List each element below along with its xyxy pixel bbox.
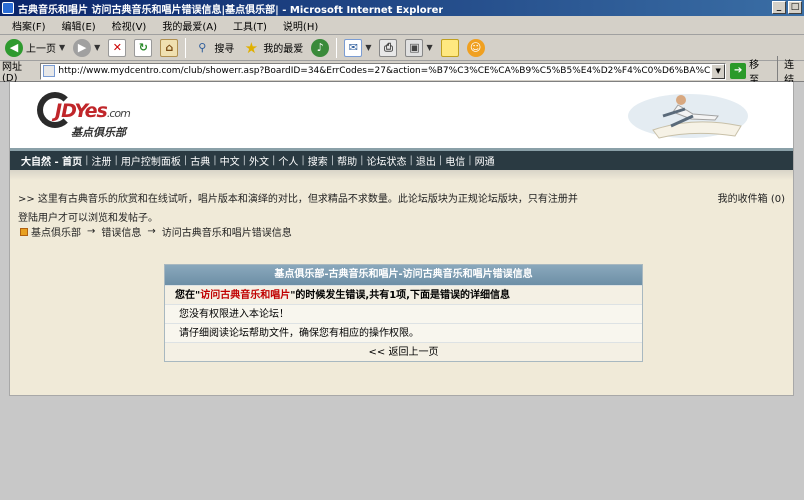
logo-brand-suffix: .com [106, 107, 131, 120]
mail-dropdown-icon[interactable]: ▼ [365, 43, 371, 52]
error-detail-item: 您没有权限进入本论坛！ [165, 304, 642, 323]
error-summary: 您在"访问古典音乐和唱片"的时候发生错误,共有1项,下面是错误的详细信息 [165, 285, 642, 304]
mail-button[interactable]: ✉ ▼ [341, 37, 374, 59]
minimize-button[interactable]: _ [772, 1, 786, 14]
forward-button[interactable]: ▶ ▼ [70, 37, 103, 59]
nav-user-panel[interactable]: 用户控制面板 [118, 153, 184, 168]
address-bar: 网址(D) http://www.mydcentro.com/club/show… [0, 56, 804, 86]
edit-dropdown-icon[interactable]: ▼ [426, 43, 432, 52]
logo-brand: JDYes.com [55, 100, 131, 122]
nav-help[interactable]: 帮助 [334, 153, 360, 168]
page-viewport: JDYes.com 基点俱乐部 大自然 - 首页 | 注册 | 用户控制面板 |… [0, 82, 804, 500]
back-label: 上一页 [26, 44, 56, 55]
site-logo[interactable]: JDYes.com 基点俱乐部 [37, 90, 147, 142]
board-intro: >> 这里有古典音乐的欣赏和在线试听，唱片版本和演绎的对比，但求精品不求数量。此… [18, 194, 578, 224]
flying-figure-banner-image [628, 94, 748, 139]
edit-button[interactable]: ▣ ▼ [402, 37, 435, 59]
refresh-icon: ↻ [134, 38, 153, 57]
menu-edit[interactable]: 编辑(E) [54, 18, 104, 33]
logo-brand-text: JDYes [55, 100, 108, 122]
toolbar-separator [185, 37, 187, 58]
window-titlebar: 古典音乐和唱片 访问古典音乐和唱片错误信息|基点俱乐部| - Microsoft… [0, 0, 804, 16]
menu-tools[interactable]: 工具(T) [225, 18, 275, 33]
media-button[interactable]: ♪ [308, 37, 332, 59]
refresh-button[interactable]: ↻ [131, 37, 155, 59]
nav-classical[interactable]: 古典 [187, 153, 213, 168]
nav-forum-status[interactable]: 论坛状态 [364, 153, 410, 168]
nav-foreign[interactable]: 外文 [246, 153, 272, 168]
breadcrumb-root[interactable]: 基点俱乐部 [31, 224, 81, 239]
back-arrow-icon: ◀ [5, 38, 23, 57]
search-icon: ⚲ [198, 41, 207, 54]
address-dropdown-icon[interactable]: ▼ [711, 63, 726, 79]
error-summary-highlight: 访问古典音乐和唱片 [200, 290, 291, 301]
nav-register[interactable]: 注册 [89, 153, 115, 168]
forum-page: JDYes.com 基点俱乐部 大自然 - 首页 | 注册 | 用户控制面板 |… [9, 82, 794, 396]
note-icon [440, 38, 459, 57]
nav-telecom[interactable]: 电信 [442, 153, 468, 168]
error-detail-item: 请仔细阅读论坛帮助文件，确保您有相应的操作权限。 [165, 323, 642, 342]
go-arrow-icon: ➔ [730, 63, 747, 79]
menu-view[interactable]: 检视(V) [104, 18, 155, 33]
address-label: 网址(D) [2, 62, 22, 84]
toolbar-separator [336, 37, 338, 58]
nav-home[interactable]: 大自然 - 首页 [18, 153, 85, 168]
media-icon: ♪ [311, 38, 330, 57]
search-button[interactable]: ⚲ 搜寻 [190, 37, 237, 59]
page-icon [43, 65, 56, 77]
back-link[interactable]: << 返回上一页 [165, 342, 642, 361]
error-table: 基点俱乐部-古典音乐和唱片-访问古典音乐和唱片错误信息 您在"访问古典音乐和唱片… [164, 264, 643, 362]
edit-page-icon: ▣ [405, 38, 424, 57]
menu-file[interactable]: 档案(F) [4, 18, 54, 33]
breadcrumb: 基点俱乐部 → 错误信息 → 访问古典音乐和唱片错误信息 [20, 224, 292, 239]
breadcrumb-arrow: → [87, 226, 96, 237]
nav-netcom[interactable]: 网通 [472, 153, 498, 168]
home-button[interactable]: ⌂ [157, 37, 181, 59]
maximize-button[interactable]: □ [788, 1, 802, 14]
window-controls: _ □ [772, 1, 802, 14]
window-title: 古典音乐和唱片 访问古典音乐和唱片错误信息|基点俱乐部| - Microsoft… [18, 4, 444, 16]
menu-favorites[interactable]: 我的最爱(A) [154, 18, 225, 33]
messenger-icon: ☺ [466, 38, 485, 57]
forward-dropdown-icon[interactable]: ▼ [94, 43, 100, 52]
search-label: 搜寻 [214, 44, 235, 55]
address-input[interactable]: http://www.mydcentro.com/club/showerr.as… [40, 62, 727, 80]
print-icon: ⎙ [379, 38, 398, 57]
site-header: JDYes.com 基点俱乐部 [10, 82, 793, 148]
back-dropdown-icon[interactable]: ▼ [59, 43, 65, 52]
notes-button[interactable] [438, 37, 462, 59]
browser-toolbar: ◀ 上一页 ▼ ▶ ▼ ✕ ↻ ⌂ ⚲ 搜寻 ★ 我的最爱 ♪ ✉ ▼ ⎙ ▣ … [0, 35, 804, 61]
back-button[interactable]: ◀ 上一页 ▼ [2, 37, 68, 59]
favorites-star-icon: ★ [244, 38, 259, 57]
mail-icon: ✉ [344, 38, 363, 57]
address-url[interactable]: http://www.mydcentro.com/club/showerr.as… [58, 66, 711, 76]
breadcrumb-current: 访问古典音乐和唱片错误信息 [161, 228, 292, 239]
favorites-label: 我的最爱 [263, 44, 304, 55]
breadcrumb-arrow: → [147, 226, 156, 237]
nav-search[interactable]: 搜索 [305, 153, 331, 168]
error-summary-prefix: 您在" [175, 290, 201, 301]
home-icon: ⌂ [160, 38, 179, 57]
inbox-link[interactable]: 我的收件箱 (0) [718, 190, 785, 209]
logo-chinese-name: 基点俱乐部 [71, 126, 126, 139]
print-button[interactable]: ⎙ [376, 37, 400, 59]
error-summary-suffix: "的时候发生错误,共有1项,下面是错误的详细信息 [290, 290, 510, 301]
breadcrumb-error: 错误信息 [101, 228, 142, 239]
forward-arrow-icon: ▶ [73, 38, 92, 57]
ie-app-icon [2, 2, 14, 14]
menu-help[interactable]: 说明(H) [275, 18, 326, 33]
menu-bar: 档案(F) 编辑(E) 检视(V) 我的最爱(A) 工具(T) 说明(H) [0, 16, 804, 35]
forum-navbar: 大自然 - 首页 | 注册 | 用户控制面板 | 古典 | 中文 | 外文 | … [10, 148, 793, 170]
stop-icon: ✕ [108, 38, 127, 57]
messenger-button[interactable]: ☺ [464, 37, 488, 59]
error-table-header: 基点俱乐部-古典音乐和唱片-访问古典音乐和唱片错误信息 [165, 265, 642, 285]
nav-personal[interactable]: 个人 [275, 153, 301, 168]
stop-button[interactable]: ✕ [105, 37, 129, 59]
nav-logout[interactable]: 退出 [413, 153, 439, 168]
navbar-shadow [10, 170, 793, 180]
breadcrumb-icon [20, 227, 28, 236]
nav-chinese[interactable]: 中文 [217, 153, 243, 168]
favorites-button[interactable]: ★ 我的最爱 [239, 37, 306, 59]
